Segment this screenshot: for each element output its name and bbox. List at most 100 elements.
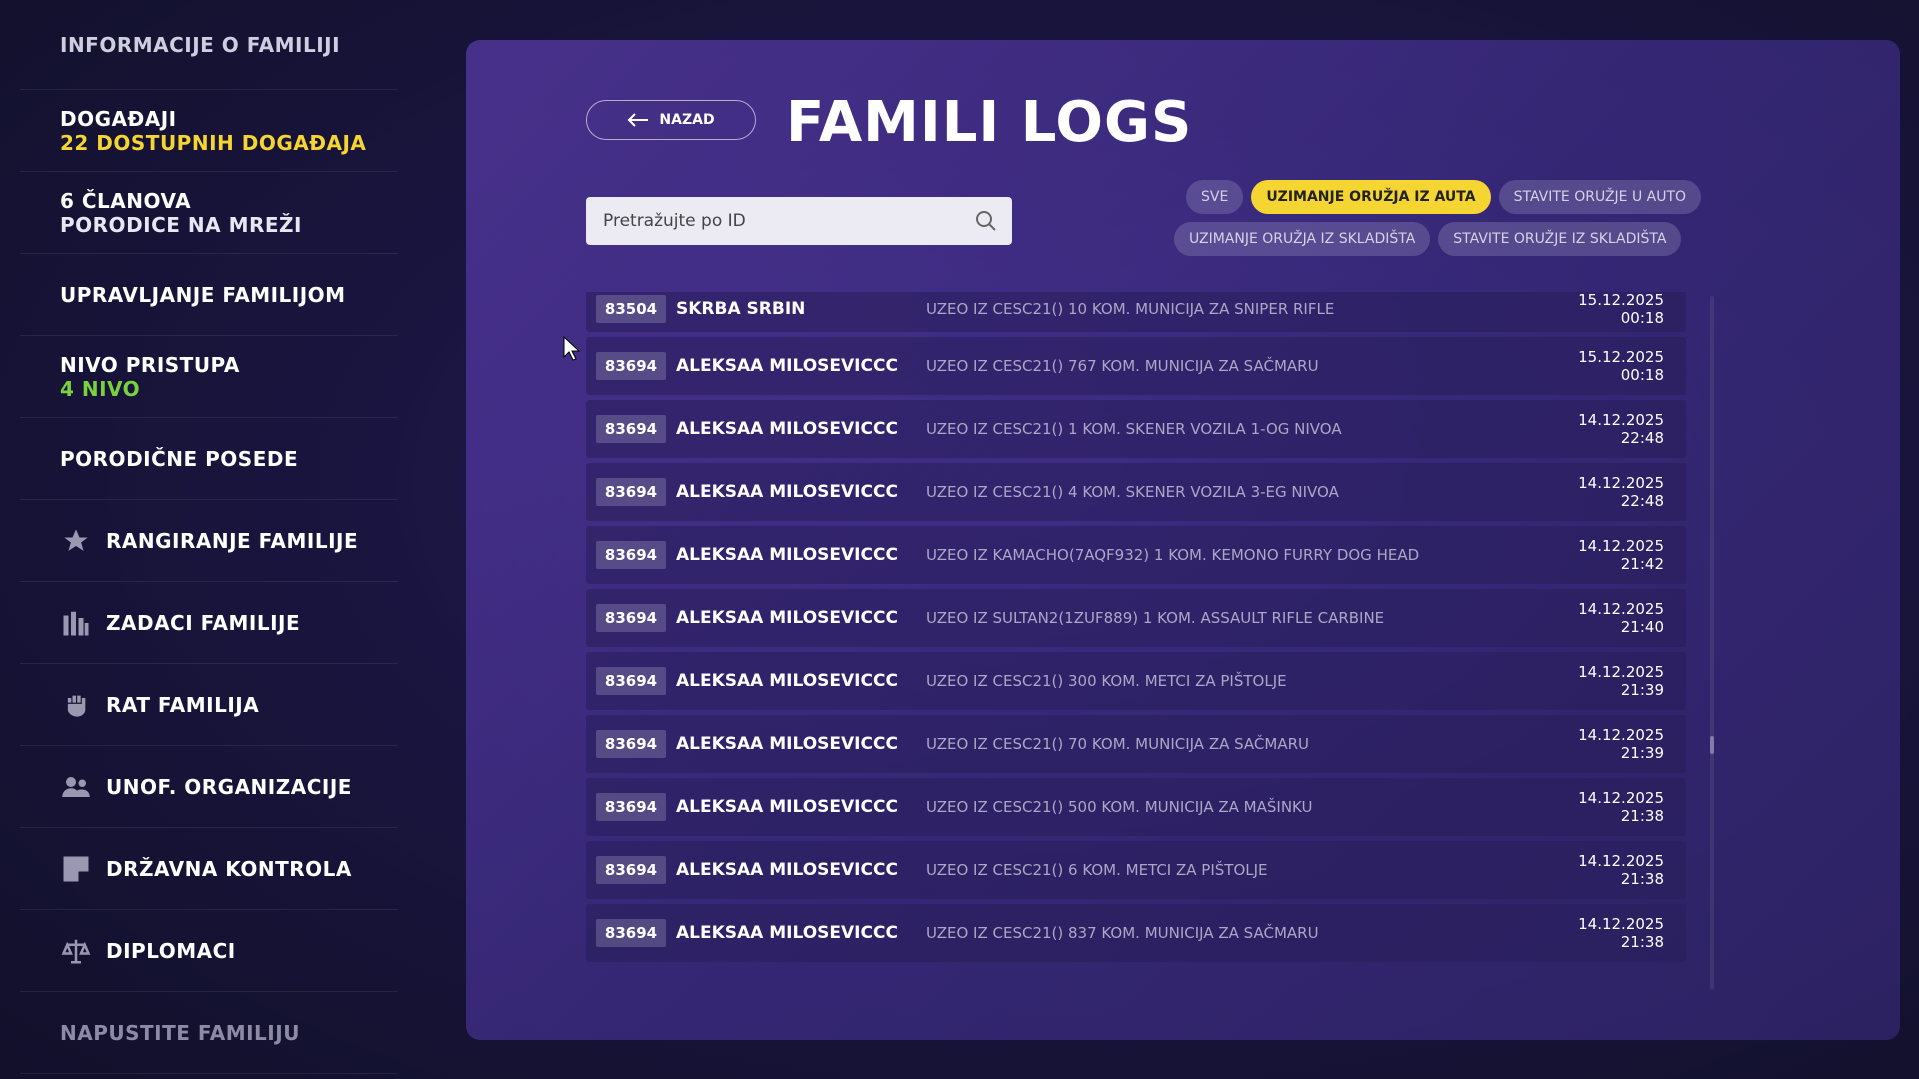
log-description: UZEO IZ CESC21() 6 KOM. METCI ZA PIŠTOLJ…: [926, 861, 1268, 879]
log-player-name: ALEKSAA MILOSEVICCC: [676, 734, 898, 754]
log-row[interactable]: 83694 ALEKSAA MILOSEVICCC UZEO IZ CESC21()…: [586, 715, 1686, 773]
sidebar-item-label: DIPLOMACI: [106, 938, 236, 963]
scales-icon: [60, 935, 92, 967]
log-row[interactable]: 83694 ALEKSAA MILOSEVICCC UZEO IZ CESC21()…: [586, 463, 1686, 521]
log-player-id: 83694: [596, 730, 666, 758]
scrollbar-thumb[interactable]: [1710, 736, 1714, 754]
sidebar-item-manage[interactable]: UPRAVLJANJE FAMILIJOM: [20, 254, 398, 336]
sidebar-item-label: NAPUSTITE FAMILIJU: [60, 1020, 300, 1045]
sidebar-item-properties[interactable]: PORODIČNE POSEDE: [20, 418, 398, 500]
back-button[interactable]: NAZAD: [586, 100, 756, 140]
log-player-id: 83694: [596, 793, 666, 821]
log-description: UZEO IZ CESC21() 837 KOM. MUNICIJA ZA SA…: [926, 924, 1319, 942]
sidebar-item-events[interactable]: DOGAĐAJI 22 DOSTUPNIH DOGAĐAJA: [20, 90, 398, 172]
access-level-text: 4 NIVO: [60, 376, 141, 401]
sidebar-item-family-info[interactable]: INFORMACIJE O FAMILIJI: [20, 0, 398, 90]
sidebar-item-label: DRŽAVNA KONTROLA: [106, 856, 352, 881]
log-row[interactable]: 83504 SKRBA SRBIN UZEO IZ CESC21() 10 KOM.…: [586, 292, 1686, 332]
sidebar-item-label: RAT FAMILIJA: [106, 692, 260, 717]
log-player-name: ALEKSAA MILOSEVICCC: [676, 923, 898, 943]
log-player-name: ALEKSAA MILOSEVICCC: [676, 419, 898, 439]
sidebar-item-label: UNOF. ORGANIZACIJE: [106, 774, 352, 799]
bars-icon: [60, 607, 92, 639]
log-description: UZEO IZ CESC21() 1 KOM. SKENER VOZILA 1-…: [926, 420, 1342, 438]
log-row[interactable]: 83694 ALEKSAA MILOSEVICCC UZEO IZ SULTAN2(…: [586, 589, 1686, 647]
page-title: FAMILI LOGS: [786, 90, 1193, 155]
log-timestamp: 15.12.2025 00:18: [1578, 292, 1664, 327]
filter-chips: SVE UZIMANJE ORUŽJA IZ AUTA STAVITE ORUŽ…: [1174, 180, 1702, 264]
search-icon[interactable]: [974, 209, 998, 233]
filter-take-from-storage[interactable]: UZIMANJE ORUŽJA IZ SKLADIŠTA: [1174, 222, 1431, 256]
log-timestamp: 14.12.2025 22:48: [1578, 474, 1664, 510]
log-description: UZEO IZ SULTAN2(1ZUF889) 1 KOM. ASSAULT …: [926, 609, 1385, 627]
sidebar-item-orgs[interactable]: UNOF. ORGANIZACIJE: [20, 746, 398, 828]
search-input[interactable]: [603, 211, 974, 231]
log-timestamp: 14.12.2025 21:38: [1578, 852, 1664, 888]
sidebar-item-diplomats[interactable]: DIPLOMACI: [20, 910, 398, 992]
fist-icon: [60, 689, 92, 721]
sidebar: INFORMACIJE O FAMILIJI DOGAĐAJI 22 DOSTU…: [20, 0, 398, 1079]
filter-put-in-storage[interactable]: STAVITE ORUŽJE IZ SKLADIŠTA: [1438, 222, 1682, 256]
star-icon: [60, 525, 92, 557]
log-player-name: SKRBA SRBIN: [676, 299, 806, 319]
log-row[interactable]: 83694 ALEKSAA MILOSEVICCC UZEO IZ CESC21()…: [586, 400, 1686, 458]
log-player-name: ALEKSAA MILOSEVICCC: [676, 671, 898, 691]
log-player-name: ALEKSAA MILOSEVICCC: [676, 356, 898, 376]
log-description: UZEO IZ CESC21() 767 KOM. MUNICIJA ZA SA…: [926, 357, 1319, 375]
log-description: UZEO IZ CESC21() 300 KOM. METCI ZA PIŠTO…: [926, 672, 1287, 690]
log-player-id: 83694: [596, 352, 666, 380]
log-player-name: ALEKSAA MILOSEVICCC: [676, 860, 898, 880]
mouse-cursor-icon: [563, 336, 581, 361]
sidebar-item-label: DOGAĐAJI: [60, 106, 177, 131]
filter-put-in-car[interactable]: STAVITE ORUŽJE U AUTO: [1498, 180, 1702, 214]
sidebar-item-access-level[interactable]: NIVO PRISTUPA 4 NIVO: [20, 336, 398, 418]
sidebar-item-label: NIVO PRISTUPA: [60, 352, 240, 377]
log-row[interactable]: 83694 ALEKSAA MILOSEVICCC UZEO IZ KAMACHO(…: [586, 526, 1686, 584]
sidebar-item-label: PORODIČNE POSEDE: [60, 446, 299, 471]
log-player-id: 83694: [596, 919, 666, 947]
log-timestamp: 14.12.2025 22:48: [1578, 411, 1664, 447]
logs-panel: NAZAD FAMILI LOGS SVE UZIMANJE ORUŽJA IZ…: [466, 40, 1900, 1040]
log-description: UZEO IZ KAMACHO(7AQF932) 1 KOM. KEMONO F…: [926, 546, 1420, 564]
sidebar-item-label: 6 ČLANOVA: [60, 188, 192, 213]
log-timestamp: 15.12.2025 00:18: [1578, 348, 1664, 384]
log-row[interactable]: 83694 ALEKSAA MILOSEVICCC UZEO IZ CESC21()…: [586, 778, 1686, 836]
sidebar-item-label: RANGIRANJE FAMILIJE: [106, 528, 359, 553]
log-description: UZEO IZ CESC21() 10 KOM. MUNICIJA ZA SNI…: [926, 300, 1335, 318]
filter-take-from-car[interactable]: UZIMANJE ORUŽJA IZ AUTA: [1251, 180, 1491, 214]
log-player-id: 83694: [596, 415, 666, 443]
log-player-id: 83694: [596, 856, 666, 884]
sidebar-item-leave[interactable]: NAPUSTITE FAMILIJU: [20, 992, 398, 1074]
sidebar-item-state-control[interactable]: DRŽAVNA KONTROLA: [20, 828, 398, 910]
log-list[interactable]: 83504 SKRBA SRBIN UZEO IZ CESC21() 10 KOM.…: [586, 292, 1686, 994]
log-description: UZEO IZ CESC21() 70 KOM. MUNICIJA ZA SAČ…: [926, 735, 1310, 753]
log-row[interactable]: 83694 ALEKSAA MILOSEVICCC UZEO IZ CESC21()…: [586, 904, 1686, 962]
sidebar-item-tasks[interactable]: ZADACI FAMILIJE: [20, 582, 398, 664]
log-timestamp: 14.12.2025 21:39: [1578, 726, 1664, 762]
log-description: UZEO IZ CESC21() 500 KOM. MUNICIJA ZA MA…: [926, 798, 1313, 816]
events-count-text: 22 DOSTUPNIH DOGAĐAJA: [60, 130, 367, 155]
log-player-name: ALEKSAA MILOSEVICCC: [676, 545, 898, 565]
log-timestamp: 14.12.2025 21:40: [1578, 600, 1664, 636]
log-row[interactable]: 83694 ALEKSAA MILOSEVICCC UZEO IZ CESC21()…: [586, 337, 1686, 395]
members-online-text: PORODICE NA MREŽI: [60, 212, 302, 237]
sidebar-item-members[interactable]: 6 ČLANOVA PORODICE NA MREŽI: [20, 172, 398, 254]
log-row[interactable]: 83694 ALEKSAA MILOSEVICCC UZEO IZ CESC21()…: [586, 841, 1686, 899]
scrollbar[interactable]: [1710, 296, 1714, 990]
log-timestamp: 14.12.2025 21:42: [1578, 537, 1664, 573]
sidebar-item-ranking[interactable]: RANGIRANJE FAMILIJE: [20, 500, 398, 582]
arrow-left-icon: [627, 113, 649, 127]
log-player-id: 83694: [596, 541, 666, 569]
sidebar-item-label: INFORMACIJE O FAMILIJI: [60, 32, 341, 57]
people-icon: [60, 771, 92, 803]
filter-all[interactable]: SVE: [1186, 180, 1244, 214]
sidebar-item-war[interactable]: RAT FAMILIJA: [20, 664, 398, 746]
log-description: UZEO IZ CESC21() 4 KOM. SKENER VOZILA 3-…: [926, 483, 1339, 501]
log-row[interactable]: 83694 ALEKSAA MILOSEVICCC UZEO IZ CESC21()…: [586, 652, 1686, 710]
log-player-name: ALEKSAA MILOSEVICCC: [676, 608, 898, 628]
log-player-id: 83694: [596, 604, 666, 632]
search-box: [586, 197, 1012, 245]
sidebar-item-label: UPRAVLJANJE FAMILIJOM: [60, 282, 346, 307]
log-timestamp: 14.12.2025 21:38: [1578, 915, 1664, 951]
sidebar-item-label: ZADACI FAMILIJE: [106, 610, 301, 635]
